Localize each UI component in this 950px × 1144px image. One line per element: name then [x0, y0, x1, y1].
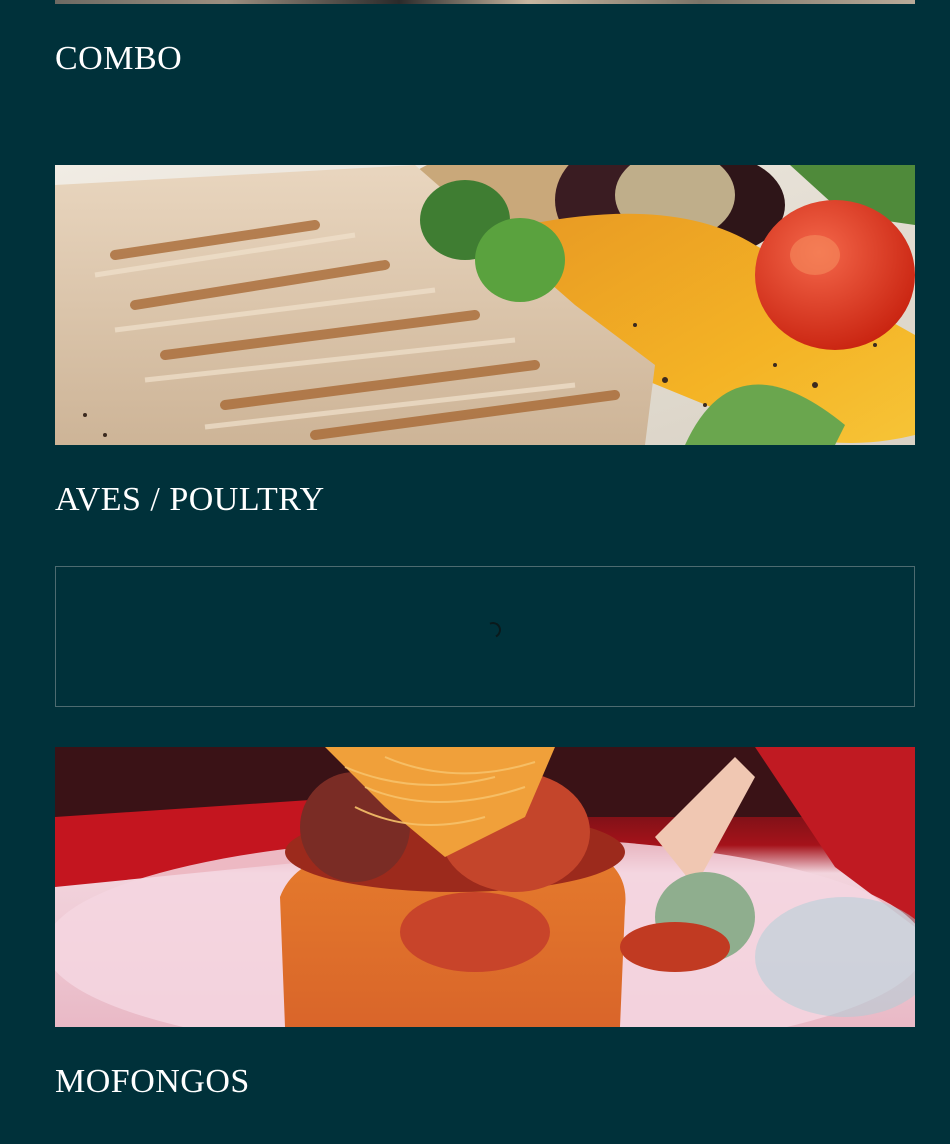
loading-placeholder — [55, 566, 915, 707]
previous-item-image[interactable] — [55, 0, 915, 4]
combo-title[interactable]: COMBO — [55, 42, 182, 76]
grilled-chicken-photo[interactable] — [55, 165, 915, 445]
mofongo-photo[interactable] — [55, 747, 915, 1027]
poultry-title[interactable]: AVES / POULTRY — [55, 483, 325, 517]
mofongos-title[interactable]: MOFONGOS — [55, 1065, 250, 1099]
